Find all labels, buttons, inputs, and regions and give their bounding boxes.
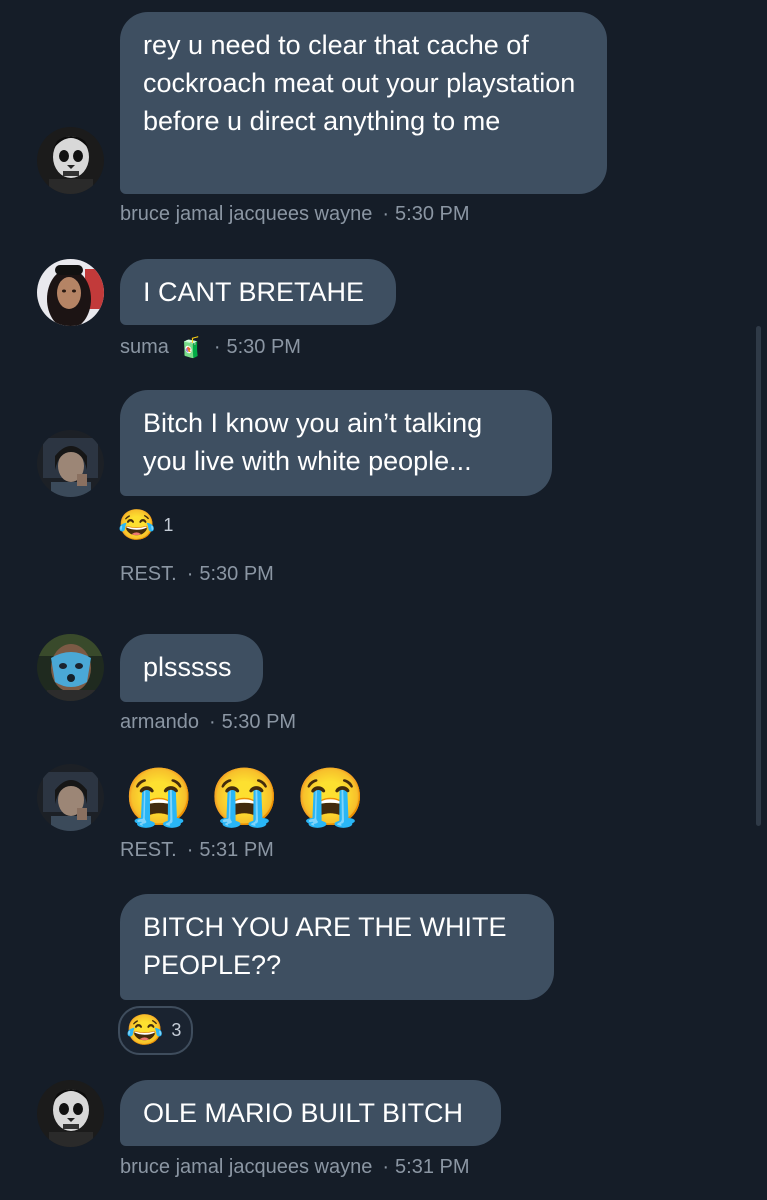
avatar[interactable] [37,1080,104,1147]
avatar[interactable] [37,430,104,497]
chat-screen: rey u need to clear that cache of cockro… [0,0,767,1200]
message-bubble[interactable]: plsssss [120,634,263,702]
laughing-tears-icon: 😂 [126,1014,164,1047]
laughing-tears-icon: 😂 [118,509,156,542]
message-bubble[interactable]: rey u need to clear that cache of cockro… [120,12,607,194]
mask-avatar-icon [37,634,104,701]
rest-avatar-icon [37,764,104,831]
timestamp: 5:31 PM [199,839,274,861]
emoji-message[interactable]: 😭 😭 😭 [124,766,365,828]
sender-name[interactable]: suma [120,336,169,359]
sender-name[interactable]: armando [120,711,199,734]
timestamp: 5:30 PM [221,711,297,733]
message-meta: bruce jamal jacquees wayne · 5:31 PM [120,1156,470,1179]
avatar[interactable] [37,634,104,701]
message-meta: suma 🧃 · 5:30 PM [120,335,301,360]
message-meta: armando · 5:30 PM [120,711,296,734]
message-meta: REST. · 5:31 PM [120,839,274,862]
sender-name[interactable]: REST. [120,563,177,586]
separator: · [213,336,221,358]
timestamp: 5:31 PM [395,1156,470,1178]
reaction[interactable]: 😂 3 [118,1006,194,1055]
message-bubble[interactable]: Bitch I know you ain’t talking you live … [120,390,552,496]
message-bubble[interactable]: OLE MARIO BUILT BITCH [120,1080,501,1146]
reaction[interactable]: 😂 1 [118,508,173,543]
timestamp: 5:30 PM [395,203,470,225]
girl-avatar-icon [37,259,104,326]
sender-name[interactable]: REST. [120,839,177,862]
avatar[interactable] [37,764,104,831]
separator: · [382,203,390,225]
reaction-count: 3 [171,1020,182,1040]
message-meta: REST. · 5:30 PM [120,563,274,586]
separator: · [382,1156,390,1178]
rest-avatar-icon [37,430,104,497]
separator: · [208,711,216,733]
separator: · [186,563,194,585]
avatar[interactable] [37,127,104,194]
loudly-crying-icon: 😭 [124,765,194,828]
loudly-crying-icon: 😭 [295,765,366,828]
message-meta: bruce jamal jacquees wayne · 5:30 PM [120,203,470,226]
sender-name[interactable]: bruce jamal jacquees wayne [120,1156,372,1179]
skull-avatar-icon [37,127,104,194]
timestamp: 5:30 PM [199,563,274,585]
separator: · [186,839,194,861]
loudly-crying-icon: 😭 [209,765,280,828]
scrollbar[interactable] [756,326,761,826]
reaction-count: 1 [163,515,174,535]
timestamp: 5:30 PM [226,336,301,358]
skull-avatar-icon [37,1080,104,1147]
juice-box-icon: 🧃 [178,337,204,359]
message-bubble[interactable]: BITCH YOU ARE THE WHITE PEOPLE?? [120,894,554,1000]
avatar[interactable] [37,259,104,326]
sender-name[interactable]: bruce jamal jacquees wayne [120,203,372,226]
message-bubble[interactable]: I CANT BRETAHE [120,259,396,325]
